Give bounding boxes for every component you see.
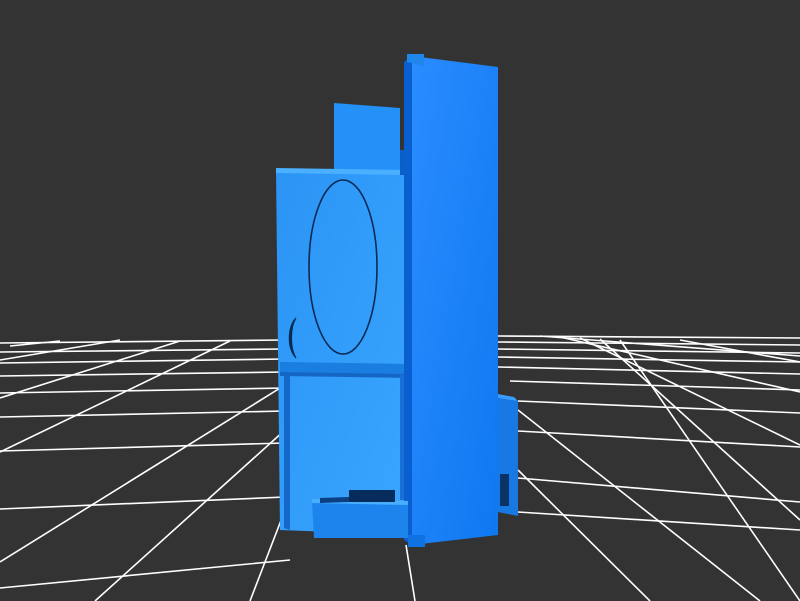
scene-canvas[interactable] [0,0,800,601]
grid-line [0,371,286,377]
model-left-edge [284,375,290,530]
grid-line [517,430,800,448]
3d-model[interactable] [276,54,518,547]
model-foot-slot [349,490,395,502]
grid-line [539,335,800,357]
grid-line [0,496,286,510]
grid-line [0,559,291,589]
model-divider-ledge [280,362,412,374]
model-right-slot [500,474,509,506]
model-front-panel-edge [404,56,412,545]
model-left-block [276,170,410,535]
grid-line [0,387,286,394]
grid-line [517,469,651,601]
model-front-panel [412,56,498,545]
grid-line [0,340,181,399]
3d-viewport[interactable] [0,0,800,601]
grid-line [94,429,286,601]
grid-line [0,442,286,452]
model-bottom-foot [312,502,408,538]
grid-line [0,384,286,563]
grid-line [497,366,800,375]
grid-line [517,400,800,414]
model-top-block [334,103,400,180]
grid-line [249,509,286,601]
grid-line [0,340,231,453]
grid-line [405,544,416,601]
model-front-panel-bottom [408,535,425,547]
model-foot-slot-lip [320,497,349,503]
grid-line [0,358,286,364]
grid-line [0,348,286,353]
